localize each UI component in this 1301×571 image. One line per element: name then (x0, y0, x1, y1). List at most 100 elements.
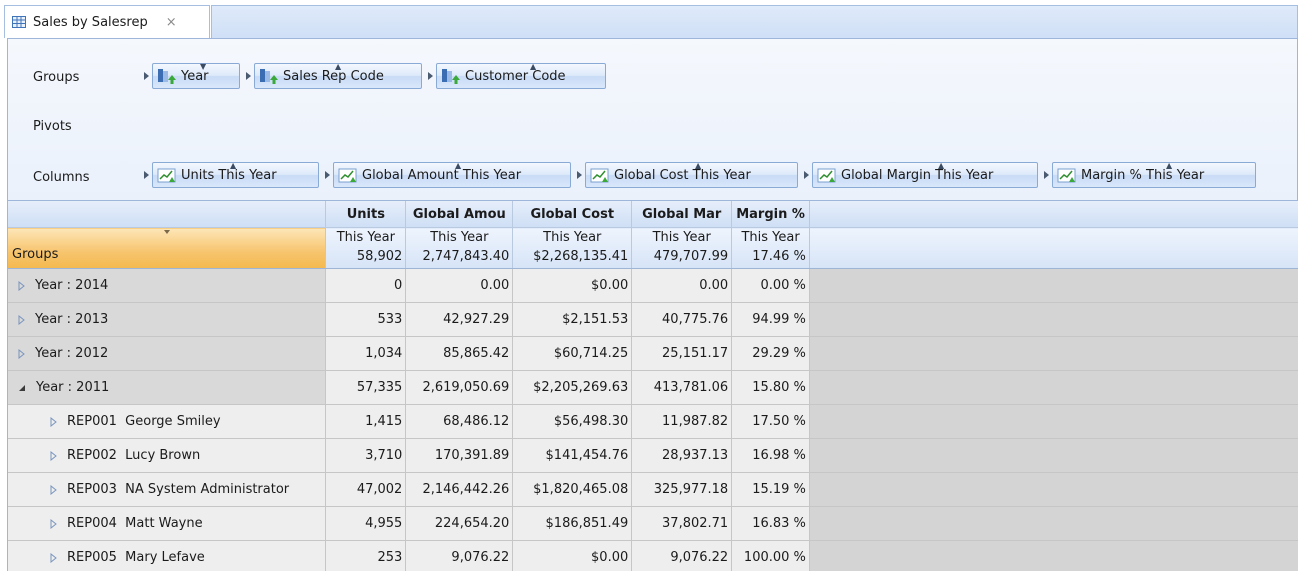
value-cell: 16.98 % (731, 438, 810, 473)
group-cell[interactable]: REP005 Mary Lefave (8, 540, 327, 571)
measure-chart-icon (1057, 168, 1076, 183)
collapse-icon[interactable] (18, 384, 26, 392)
value-cell: 1,415 (325, 404, 407, 439)
value-cell: 29.29 % (731, 336, 810, 371)
tab-sales-by-salesrep[interactable]: Sales by Salesrep × (4, 5, 210, 38)
pivot-table: Units Global Amou Global Cost Global Mar… (8, 201, 1298, 571)
value-cell: 57,335 (325, 370, 407, 405)
value-cell: 42,927.29 (405, 302, 514, 337)
group-cell[interactable]: Year : 2013 (8, 302, 327, 337)
rep-row[interactable]: REP002 Lucy Brown 3,710 170,391.89 $141,454… (8, 438, 1298, 473)
value-cell: 40,775.76 (631, 302, 733, 337)
group-cell[interactable]: Year : 2014 (8, 268, 327, 303)
value-cell: 25,151.17 (631, 336, 733, 371)
expand-arrow-icon (577, 171, 582, 179)
value-cell: 17.50 % (731, 404, 810, 439)
column-header-global-amount[interactable]: Global Amou (405, 201, 514, 228)
subheader-cell: This Year 479,707.99 (631, 227, 733, 269)
subheader-row: Groups This Year 58,902 This Year 2,747,84… (8, 227, 1298, 269)
sort-descending-icon: ▼ (200, 62, 207, 71)
column-header-global-margin[interactable]: Global Mar (631, 201, 733, 228)
group-chip-customer-code[interactable]: ▲ Customer Code (436, 63, 606, 89)
subheader-cell: This Year 2,747,843.40 (405, 227, 514, 269)
value-cell: $60,714.25 (512, 336, 633, 371)
value-cell: 0.00 (631, 268, 733, 303)
value-cell: 1,034 (325, 336, 407, 371)
subheader-label: This Year (543, 230, 602, 245)
row-filler (809, 302, 1298, 337)
row-filler (809, 540, 1298, 571)
expand-icon[interactable] (50, 552, 57, 563)
pivots-label: Pivots (33, 119, 72, 134)
measure-chart-icon (817, 168, 836, 183)
group-cell[interactable]: REP001 George Smiley (8, 404, 327, 439)
measure-chart-icon (590, 168, 609, 183)
group-cell[interactable]: Year : 2011 (8, 370, 327, 405)
groups-column-header[interactable]: Groups (8, 227, 327, 269)
group-label: Year : 2014 (35, 278, 109, 293)
rep-row[interactable]: REP003 NA System Administrator 47,002 2,14… (8, 472, 1298, 507)
year-row[interactable]: Year : 2012 1,034 85,865.42 $60,714.25 25,15… (8, 336, 1298, 371)
groups-chip-row: ▼ Year ▲ Sales Rep Code ▲ Customer Code (144, 63, 606, 89)
expand-icon[interactable] (50, 450, 57, 461)
value-cell: 0.00 % (731, 268, 810, 303)
expand-arrow-icon (144, 72, 149, 80)
rep-row[interactable]: REP001 George Smiley 1,415 68,486.12 $56,49… (8, 404, 1298, 439)
expand-icon[interactable] (50, 518, 57, 529)
group-chip-year[interactable]: ▼ Year (152, 63, 240, 89)
year-row[interactable]: Year : 2011 57,335 2,619,050.69 $2,205,269.… (8, 370, 1298, 405)
group-label: REP004 Matt Wayne (67, 516, 203, 531)
rep-row[interactable]: REP004 Matt Wayne 4,955 224,654.20 $186,851… (8, 506, 1298, 541)
group-cell[interactable]: REP002 Lucy Brown (8, 438, 327, 473)
row-filler (809, 472, 1298, 507)
total-value: 17.46 % (752, 249, 806, 264)
sort-ascending-icon: ▲ (530, 62, 537, 71)
year-row[interactable]: Year : 2014 0 0.00 $0.00 0.00 0.00 % (8, 268, 1298, 303)
subheader-label: This Year (741, 230, 800, 245)
expand-arrow-icon (804, 171, 809, 179)
expand-icon[interactable] (18, 348, 25, 359)
subheader-filler (809, 227, 1298, 269)
group-cell[interactable]: Year : 2012 (8, 336, 327, 371)
column-chip-global-cost-this-year[interactable]: ▲ Global Cost This Year (585, 162, 798, 188)
group-cell[interactable]: REP004 Matt Wayne (8, 506, 327, 541)
column-header-units[interactable]: Units (325, 201, 407, 228)
value-cell: 94.99 % (731, 302, 810, 337)
group-label: Year : 2011 (36, 380, 110, 395)
value-cell: $2,151.53 (512, 302, 633, 337)
value-cell: $186,851.49 (512, 506, 633, 541)
value-cell: 224,654.20 (405, 506, 514, 541)
column-chip-global-amount-this-year[interactable]: ▲ Global Amount This Year (333, 162, 571, 188)
value-cell: 325,977.18 (631, 472, 733, 507)
row-filler (809, 438, 1298, 473)
column-chip-global-margin-this-year[interactable]: ▲ Global Margin This Year (812, 162, 1038, 188)
column-chip-label: Global Amount This Year (362, 167, 522, 183)
column-header-global-cost[interactable]: Global Cost (512, 201, 633, 228)
year-row[interactable]: Year : 2013 533 42,927.29 $2,151.53 40,775.7… (8, 302, 1298, 337)
value-cell: 533 (325, 302, 407, 337)
group-chip-sales-rep-code[interactable]: ▲ Sales Rep Code (254, 63, 422, 89)
expand-icon[interactable] (50, 416, 57, 427)
group-cell[interactable]: REP003 NA System Administrator (8, 472, 327, 507)
header-row: Units Global Amou Global Cost Global Mar… (8, 201, 1298, 228)
measure-chart-icon (157, 168, 176, 183)
group-label: REP005 Mary Lefave (67, 550, 205, 565)
row-filler (809, 404, 1298, 439)
expand-icon[interactable] (18, 280, 25, 291)
expand-icon[interactable] (18, 314, 25, 325)
value-cell: 15.19 % (731, 472, 810, 507)
columns-chip-row: ▲ Units This Year ▲ Global Amount This Y… (144, 162, 1256, 188)
column-header-margin-pct[interactable]: Margin % (731, 201, 810, 228)
value-cell: 85,865.42 (405, 336, 514, 371)
value-cell: $0.00 (512, 540, 633, 571)
column-chip-margin-pct-this-year[interactable]: ▲ Margin % This Year (1052, 162, 1256, 188)
value-cell: 9,076.22 (405, 540, 514, 571)
column-chip-label: Global Margin This Year (841, 167, 994, 183)
rep-row[interactable]: REP005 Mary Lefave 253 9,076.22 $0.00 9,076.… (8, 540, 1298, 571)
column-chip-units-this-year[interactable]: ▲ Units This Year (152, 162, 319, 188)
columns-label: Columns (33, 170, 90, 185)
expand-icon[interactable] (50, 484, 57, 495)
total-value: 58,902 (356, 249, 403, 264)
value-cell: 2,146,442.26 (405, 472, 514, 507)
close-icon[interactable]: × (166, 15, 177, 30)
